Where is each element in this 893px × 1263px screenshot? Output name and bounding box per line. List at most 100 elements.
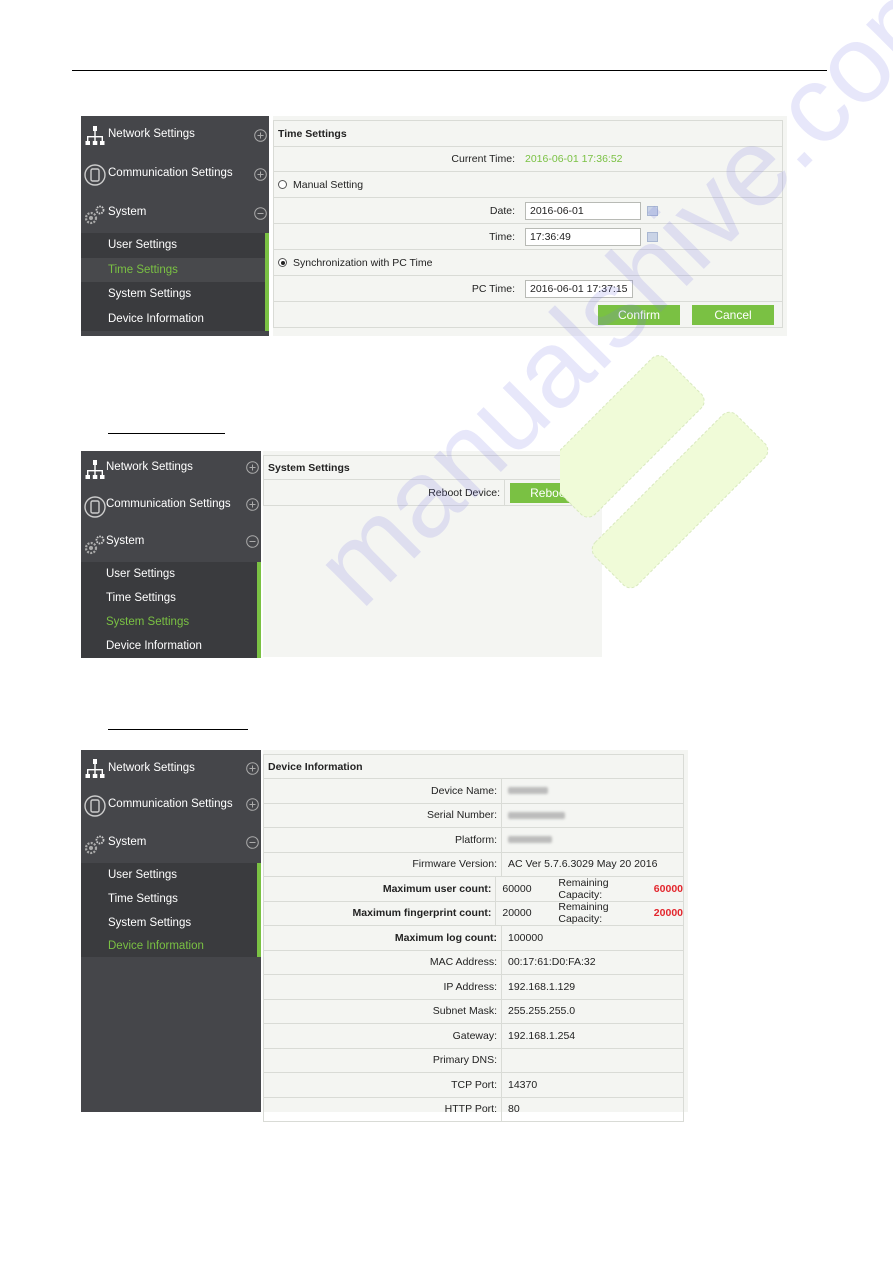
section-heading-underline <box>108 729 248 730</box>
submenu-device-information[interactable]: Device Information <box>81 307 265 332</box>
field-label: Platform: <box>454 833 497 846</box>
plus-circle-icon[interactable] <box>246 461 259 474</box>
nav-label: Communication Settings <box>108 798 233 810</box>
device-info-row: Subnet Mask: 255.255.255.0 <box>264 999 683 1024</box>
field-value: 192.168.1.129 <box>502 981 575 993</box>
minus-circle-icon[interactable] <box>246 535 259 548</box>
field-label: HTTP Port: <box>444 1103 497 1116</box>
device-info-row: Firmware Version: AC Ver 5.7.6.3029 May 2… <box>264 852 683 877</box>
submenu-system-settings[interactable]: System Settings <box>81 610 257 634</box>
device-icon <box>84 795 106 817</box>
system-submenu: User Settings Time Settings System Setti… <box>81 233 269 331</box>
nav-label: System <box>106 535 145 547</box>
device-info-row: Platform: <box>264 828 683 853</box>
value-text: 255.255.255.0 <box>508 1005 576 1018</box>
value-text: 192.168.1.254 <box>508 1029 576 1042</box>
device-info-row: Gateway: 192.168.1.254 <box>264 1024 683 1049</box>
device-info-row: HTTP Port: 80 <box>264 1097 683 1121</box>
field-value: 00:17:61:D0:FA:32 <box>502 956 596 968</box>
pc-time-row: PC Time: 2016-06-01 17:37:15 <box>274 276 782 302</box>
system-submenu: User Settings Time Settings System Setti… <box>81 562 261 658</box>
plus-circle-icon[interactable] <box>254 129 267 142</box>
plus-circle-icon[interactable] <box>254 168 267 181</box>
nav-system[interactable]: System <box>81 825 261 863</box>
nav-network-settings[interactable]: Network Settings <box>81 750 261 787</box>
nav-system[interactable]: System <box>81 194 269 233</box>
field-label: Current Time: <box>451 153 515 165</box>
submenu-device-information[interactable]: Device Information <box>81 634 257 658</box>
field-label: Firmware Version: <box>412 858 497 871</box>
gears-icon <box>84 535 105 554</box>
field-value: 80 <box>502 1103 520 1115</box>
sidebar: Network Settings Communication Settings … <box>81 750 261 1112</box>
nav-communication-settings[interactable]: Communication Settings <box>81 155 269 194</box>
value-text: 100000 <box>508 931 544 944</box>
submenu-time-settings[interactable]: Time Settings <box>81 586 257 610</box>
submenu-user-settings[interactable]: User Settings <box>81 233 265 258</box>
reboot-button[interactable]: Reboot <box>510 482 589 503</box>
action-row: Confirm Cancel <box>274 302 782 328</box>
cancel-button[interactable]: Cancel <box>692 304 774 325</box>
value-text: 192.168.1.129 <box>508 980 576 993</box>
field-label: IP Address: <box>443 980 497 993</box>
device-info-row: Maximum fingerprint count: 20000 Remaining… <box>264 901 683 926</box>
system-settings-screenshot: Network Settings Communication Settings … <box>81 451 602 658</box>
pc-time-input[interactable]: 2016-06-01 17:37:15 <box>525 279 633 298</box>
device-information-panel: Device Information Device Name: Serial Nu… <box>263 750 688 1122</box>
device-info-row: Device Name: <box>264 779 683 804</box>
plus-circle-icon[interactable] <box>246 798 259 811</box>
field-label: Maximum user count: <box>382 882 492 895</box>
nav-system[interactable]: System <box>81 525 261 562</box>
device-info-row: Serial Number: <box>264 803 683 828</box>
field-label: Date: <box>489 204 515 217</box>
field-label: TCP Port: <box>451 1078 497 1091</box>
time-settings-screenshot: Network Settings Communication Settings … <box>81 116 787 336</box>
network-tree-icon <box>85 459 105 479</box>
calendar-icon[interactable] <box>647 231 658 242</box>
minus-circle-icon[interactable] <box>254 207 267 220</box>
plus-circle-icon[interactable] <box>246 498 259 511</box>
submenu-system-settings[interactable]: System Settings <box>81 282 265 307</box>
plus-circle-icon[interactable] <box>246 762 259 775</box>
date-row: Date: 2016-06-01 <box>274 198 782 224</box>
gears-icon <box>84 205 105 224</box>
field-label: Serial Number: <box>426 809 497 822</box>
device-info-row: Maximum log count: 100000 <box>264 926 683 951</box>
submenu-time-settings[interactable]: Time Settings <box>81 887 257 911</box>
sync-pc-time-radio[interactable] <box>278 258 287 267</box>
field-value: 192.168.1.254 <box>502 1030 575 1042</box>
device-info-row: IP Address: 192.168.1.129 <box>264 975 683 1000</box>
nav-network-settings[interactable]: Network Settings <box>81 451 261 488</box>
field-label: Reboot Device: <box>428 486 500 499</box>
submenu-user-settings[interactable]: User Settings <box>81 863 257 887</box>
nav-communication-settings[interactable]: Communication Settings <box>81 488 261 525</box>
minus-circle-icon[interactable] <box>246 836 259 849</box>
confirm-button[interactable]: Confirm <box>598 304 680 325</box>
divider <box>504 480 505 505</box>
submenu-time-settings[interactable]: Time Settings <box>81 257 265 282</box>
field-label: MAC Address: <box>429 956 497 969</box>
divider <box>501 1048 502 1072</box>
nav-communication-settings[interactable]: Communication Settings <box>81 787 261 825</box>
sidebar: Network Settings Communication Settings … <box>81 451 261 658</box>
device-information-screenshot: Network Settings Communication Settings … <box>81 750 688 1122</box>
manual-setting-radio[interactable] <box>278 180 287 189</box>
network-tree-icon <box>85 125 105 145</box>
date-input[interactable]: 2016-06-01 <box>525 201 641 220</box>
submenu-device-information[interactable]: Device Information <box>81 935 257 957</box>
nav-network-settings[interactable]: Network Settings <box>81 116 269 155</box>
time-row: Time: 17:36:49 <box>274 224 782 250</box>
time-settings-panel: Time Settings Current Time: 2016-06-01 1… <box>273 116 787 336</box>
value-text: 14370 <box>508 1078 538 1091</box>
sync-pc-time-row[interactable]: Synchronization with PC Time <box>274 250 782 276</box>
field-label: Primary DNS: <box>432 1054 497 1067</box>
nav-label: Communication Settings <box>108 167 233 179</box>
manual-setting-row[interactable]: Manual Setting <box>274 172 782 198</box>
time-input[interactable]: 17:36:49 <box>525 227 641 246</box>
device-icon <box>84 163 106 186</box>
device-info-row: TCP Port: 14370 <box>264 1073 683 1098</box>
submenu-system-settings[interactable]: System Settings <box>81 911 257 935</box>
calendar-icon[interactable] <box>647 205 658 216</box>
field-value: 100000 <box>502 932 543 944</box>
submenu-user-settings[interactable]: User Settings <box>81 562 257 586</box>
